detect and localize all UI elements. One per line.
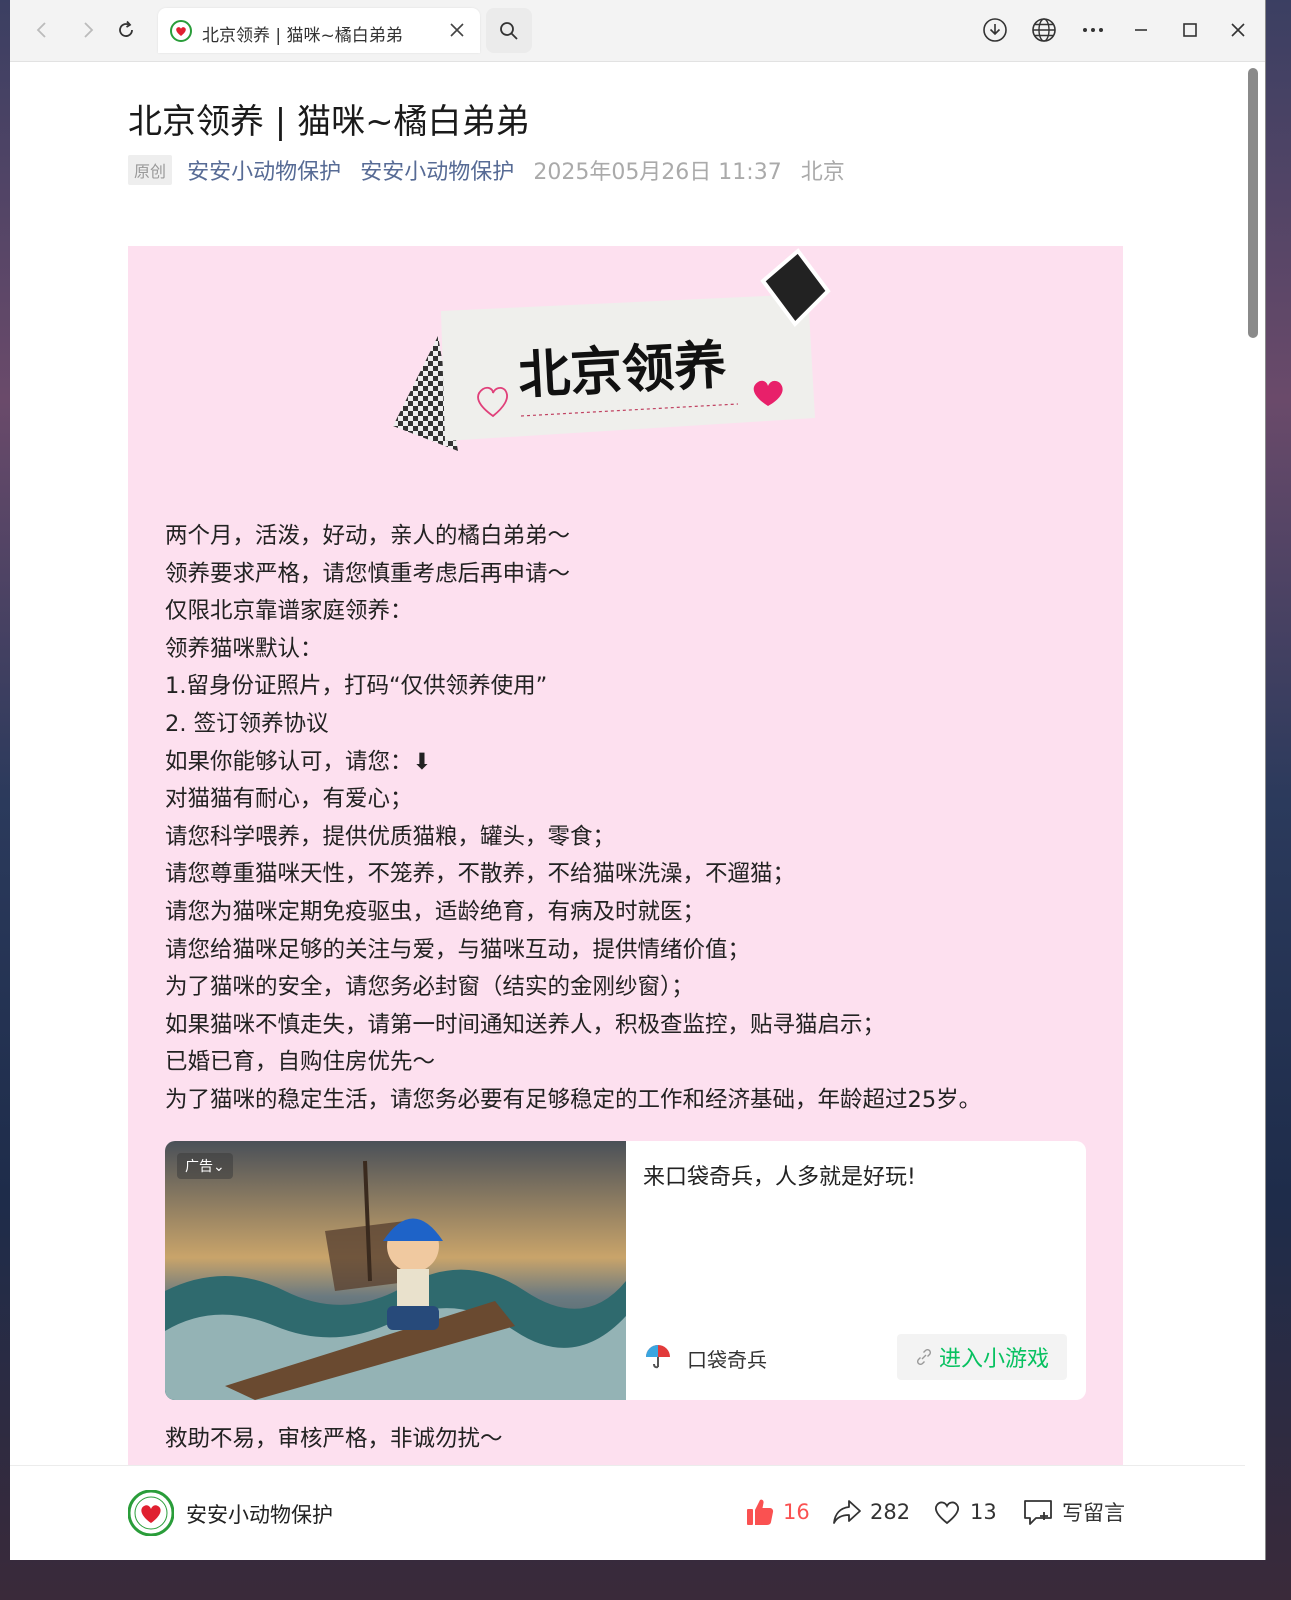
- text-line: 领养要求严格，请您慎重考虑后再申请～: [165, 560, 571, 587]
- text-line: 如果你能够认可，请您：⬇: [165, 748, 432, 775]
- reload-button[interactable]: [110, 14, 142, 46]
- minimize-icon: [1135, 29, 1147, 31]
- favorite-count: 13: [970, 1500, 997, 1524]
- text-line: 为了猫咪的安全，请您务必封窗（结实的金刚纱窗）；: [165, 974, 694, 1001]
- ad-headline[interactable]: 来口袋奇兵，人多就是好玩!: [643, 1159, 916, 1191]
- thumbs-up-icon: [747, 1499, 774, 1525]
- share-button[interactable]: 282: [832, 1496, 910, 1528]
- forward-button[interactable]: [72, 14, 104, 46]
- browser-toolbar: 北京领养 | 猫咪~橘白弟弟: [10, 0, 1265, 62]
- banner-title: 北京领养: [517, 337, 728, 406]
- close-icon: [1231, 23, 1245, 37]
- heart-icon: [935, 1501, 959, 1525]
- banner-image: 北京领养: [393, 248, 831, 451]
- article-body: 北京领养 两个月，活泼，好动，亲人的橘白弟弟～ 领养要求严格，请您慎重考虑后再申…: [128, 246, 1123, 1465]
- publish-location: 北京: [800, 160, 845, 185]
- link-icon: [916, 1348, 931, 1366]
- more-button[interactable]: [1078, 15, 1108, 45]
- article-page: 北京领养 | 猫咪~橘白弟弟 原创 安安小动物保护 安安小动物保护 2025年0…: [10, 62, 1245, 1465]
- chevron-left-icon: [36, 22, 46, 38]
- text-line: 请您科学喂养，提供优质猫粮，罐头，零食；: [165, 823, 616, 850]
- ad-image[interactable]: [165, 1141, 626, 1400]
- globe-icon: [1032, 18, 1056, 42]
- article-text: 两个月，活泼，好动，亲人的橘白弟弟～ 领养要求严格，请您慎重考虑后再申请～ 仅限…: [165, 518, 1115, 1120]
- like-button[interactable]: 16: [745, 1496, 810, 1528]
- text-line: 对猫猫有耐心，有爱心；: [165, 786, 413, 813]
- text-line: 2. 签订领养协议: [165, 710, 329, 737]
- comment-icon: [1024, 1500, 1052, 1525]
- original-badge: 原创: [128, 155, 173, 185]
- more-icon: [1083, 28, 1103, 32]
- ad-card[interactable]: 广告⌄ 来口袋奇兵，人多就是好玩! 口袋奇兵 进入小游戏: [165, 1141, 1086, 1400]
- tab-title: 北京领养 | 猫咪~橘白弟弟: [202, 26, 403, 46]
- text-line: 仅限北京靠谱家庭领养：: [165, 598, 413, 625]
- text-line: 1.留身份证照片，打码“仅供领养使用”: [165, 673, 548, 700]
- text-line: 两个月，活泼，好动，亲人的橘白弟弟～: [165, 523, 571, 549]
- publish-time: 2025年05月26日 11:37: [533, 160, 782, 185]
- text-line: 请您为猫咪定期免疫驱虫，适龄绝育，有病及时就医；: [165, 898, 706, 925]
- text-line: 已婚已育，自购住房优先～: [165, 1049, 436, 1076]
- chevron-right-icon: [84, 22, 94, 38]
- text-line: 救助不易，审核严格，非诚勿扰～: [165, 1426, 503, 1452]
- download-button[interactable]: [980, 15, 1010, 45]
- text-line: 领养猫咪默认：: [165, 635, 323, 662]
- author-link[interactable]: 安安小动物保护: [187, 154, 341, 186]
- search-icon: [500, 21, 518, 40]
- favicon-icon: [170, 20, 192, 42]
- close-icon[interactable]: [448, 21, 466, 39]
- share-count: 282: [870, 1500, 911, 1524]
- ad-tag[interactable]: 广告⌄: [177, 1153, 233, 1179]
- maximize-button[interactable]: [1175, 15, 1205, 45]
- ad-cta-label: 进入小游戏: [938, 1347, 1049, 1372]
- text-line: 为了猫咪的稳定生活，请您务必要有足够稳定的工作和经济基础，年龄超过25岁。: [165, 1086, 982, 1113]
- back-button[interactable]: [26, 14, 58, 46]
- like-count: 16: [783, 1500, 810, 1524]
- text-line: 请您尊重猫咪天性，不笼养，不散养，不给猫咪洗澡，不遛猫；: [165, 861, 796, 888]
- page-title: 北京领养 | 猫咪~橘白弟弟: [128, 102, 530, 142]
- favorite-button[interactable]: 13: [932, 1496, 997, 1528]
- comment-label: 写留言: [1062, 1501, 1125, 1525]
- scrollbar-thumb[interactable]: [1248, 68, 1258, 338]
- tab-article[interactable]: 北京领养 | 猫咪~橘白弟弟: [158, 8, 480, 53]
- ad-brand-icon: [646, 1345, 670, 1369]
- avatar[interactable]: [128, 1490, 174, 1536]
- text-line: 如果猫咪不慎走失，请第一时间通知送养人，积极查监控，贴寻猫启示；: [165, 1011, 886, 1038]
- minimize-button[interactable]: [1126, 15, 1156, 45]
- text-line: 请您给猫咪足够的关注与爱，与猫咪互动，提供情绪价值；: [165, 936, 751, 963]
- search-button[interactable]: [486, 8, 532, 53]
- browser-window: 北京领养 | 猫咪~橘白弟弟 北京领养 | 猫咪~橘白弟弟 原创 安安小动物保护…: [10, 0, 1266, 1560]
- language-button[interactable]: [1029, 15, 1059, 45]
- account-link[interactable]: 安安小动物保护: [360, 154, 514, 186]
- close-window-button[interactable]: [1223, 15, 1253, 45]
- maximize-icon: [1183, 23, 1197, 37]
- bottom-action-bar: 安安小动物保护 16 282 13 写留言: [10, 1465, 1245, 1560]
- article-meta: 原创 安安小动物保护 安安小动物保护 2025年05月26日 11:37 北京: [128, 154, 859, 186]
- comment-button[interactable]: 写留言: [1022, 1496, 1125, 1528]
- ad-brand-name: 口袋奇兵: [687, 1348, 767, 1372]
- download-icon: [983, 18, 1007, 42]
- account-name[interactable]: 安安小动物保护: [186, 1499, 333, 1529]
- reload-icon: [119, 20, 133, 37]
- share-icon: [833, 1500, 861, 1524]
- ad-cta-button[interactable]: 进入小游戏: [897, 1334, 1067, 1380]
